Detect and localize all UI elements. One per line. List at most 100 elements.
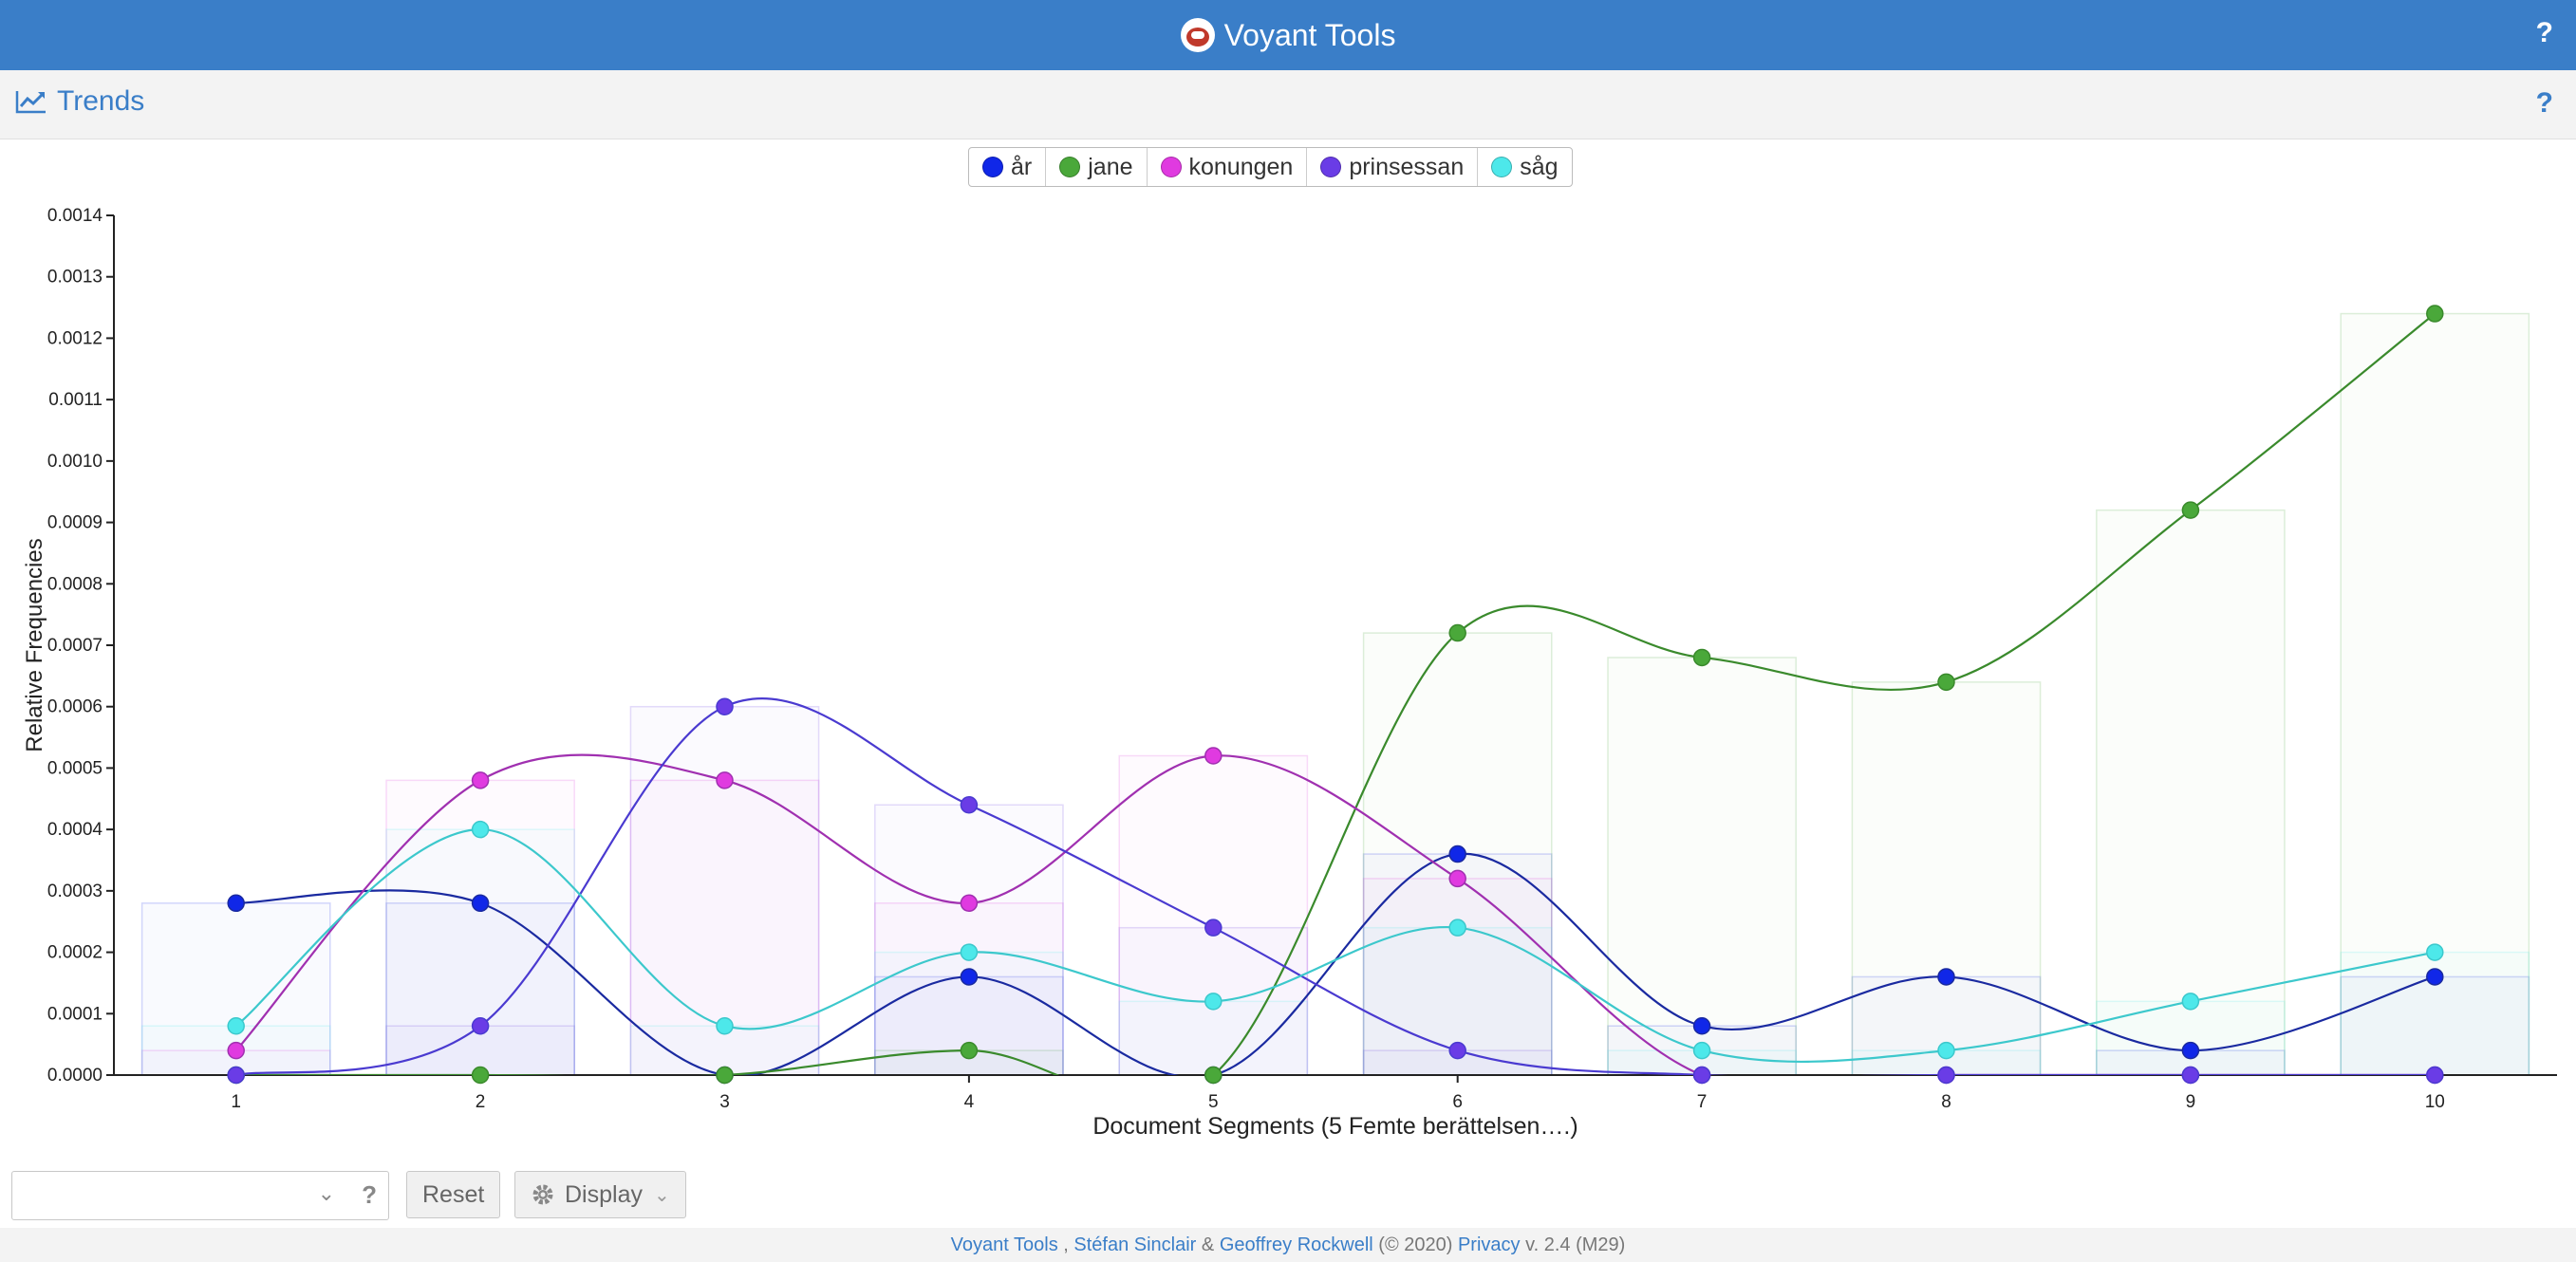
series-bar xyxy=(2096,509,2286,1076)
data-point xyxy=(960,943,979,961)
data-point xyxy=(1204,1066,1223,1085)
legend-label: såg xyxy=(1520,153,1559,180)
data-point xyxy=(471,894,490,913)
y-tick-label: 0.0014 xyxy=(47,206,103,226)
data-point xyxy=(2426,943,2444,961)
data-point xyxy=(1448,1041,1466,1060)
data-point xyxy=(2181,1041,2200,1060)
data-point xyxy=(471,771,490,789)
footer-ampersand: & xyxy=(1196,1234,1220,1255)
x-tick-label: 9 xyxy=(2186,1092,2196,1112)
y-tick-label: 0.0002 xyxy=(47,943,103,963)
footer-version: v. 2.4 (M29) xyxy=(1520,1234,1626,1255)
series-bar xyxy=(1607,657,1797,1076)
trend-chart-icon xyxy=(15,91,46,114)
data-point xyxy=(960,796,979,814)
data-point xyxy=(2426,305,2444,323)
data-point xyxy=(1937,1066,1955,1085)
footer-privacy-link[interactable]: Privacy xyxy=(1458,1234,1521,1255)
x-tick-label: 5 xyxy=(1208,1092,1219,1112)
display-button-label: Display xyxy=(565,1180,643,1208)
chart-legend: år jane konungen prinsessan såg xyxy=(968,147,1573,187)
data-point xyxy=(471,820,490,839)
y-tick-label: 0.0003 xyxy=(47,882,103,901)
legend-item[interactable]: prinsessan xyxy=(1307,148,1479,186)
data-point xyxy=(1204,919,1223,937)
legend-item[interactable]: år xyxy=(969,148,1047,186)
data-point xyxy=(471,1016,490,1035)
legend-swatch xyxy=(1059,157,1081,177)
data-point xyxy=(1204,993,1223,1011)
legend-label: år xyxy=(1011,153,1033,180)
data-point xyxy=(227,894,245,913)
series-bar xyxy=(1118,1000,1309,1076)
y-tick-label: 0.0008 xyxy=(47,574,103,594)
legend-swatch xyxy=(1320,157,1342,177)
x-tick-label: 8 xyxy=(1941,1092,1951,1112)
app-header: Voyant Tools ? xyxy=(0,0,2576,70)
data-point xyxy=(1448,919,1466,937)
app-help-icon[interactable]: ? xyxy=(2536,17,2553,49)
y-tick-label: 0.0013 xyxy=(47,268,103,288)
legend-label: prinsessan xyxy=(1349,153,1465,180)
data-point xyxy=(1448,623,1466,642)
chevron-down-icon[interactable]: ⌄ xyxy=(318,1181,335,1206)
footer-voyant-link[interactable]: Voyant Tools xyxy=(951,1234,1058,1255)
display-button[interactable]: Display ⌄ xyxy=(514,1171,686,1218)
footer-separator: , xyxy=(1057,1234,1074,1255)
data-point xyxy=(2426,1066,2444,1085)
footer-author-rockwell-link[interactable]: Geoffrey Rockwell xyxy=(1220,1234,1373,1255)
y-tick-label: 0.0010 xyxy=(47,452,103,472)
term-search-combobox[interactable]: ⌄ ? xyxy=(11,1171,389,1220)
data-point xyxy=(1692,1041,1711,1060)
data-point xyxy=(471,1066,490,1085)
legend-swatch xyxy=(1491,157,1513,177)
data-point xyxy=(960,968,979,986)
data-point xyxy=(227,1041,245,1060)
x-tick-label: 1 xyxy=(231,1092,241,1112)
data-point xyxy=(227,1016,245,1035)
data-point xyxy=(960,1041,979,1060)
y-tick-label: 0.0011 xyxy=(48,390,103,410)
x-tick-label: 4 xyxy=(964,1092,975,1112)
y-tick-label: 0.0000 xyxy=(47,1066,103,1086)
y-tick-label: 0.0012 xyxy=(47,328,103,348)
bottom-toolbar: ⌄ ? Reset Display ⌄ xyxy=(0,1163,2576,1226)
data-point xyxy=(227,1066,245,1085)
legend-label: jane xyxy=(1088,153,1133,180)
data-point xyxy=(1937,673,1955,692)
data-point xyxy=(716,1016,734,1035)
panel-title: Trends xyxy=(57,85,145,117)
data-point xyxy=(2426,968,2444,986)
data-point xyxy=(1937,968,1955,986)
panel-header: Trends ? xyxy=(0,70,2576,139)
chevron-down-icon: ⌄ xyxy=(653,1184,670,1206)
footer: Voyant Tools , Stéfan Sinclair & Geoffre… xyxy=(0,1228,2576,1262)
data-point xyxy=(1937,1041,1955,1060)
data-point xyxy=(2181,993,2200,1011)
legend-item[interactable]: konungen xyxy=(1148,148,1308,186)
y-tick-label: 0.0004 xyxy=(47,820,103,840)
legend-label: konungen xyxy=(1188,153,1294,180)
data-point xyxy=(1204,747,1223,765)
data-point xyxy=(1448,844,1466,863)
data-point xyxy=(716,771,734,789)
trends-chart: 0.0000 0.0001 0.0002 0.0003 0.0004 0.0005 0.00… xyxy=(22,206,2557,1140)
footer-copyright: (© 2020) xyxy=(1372,1234,1458,1255)
legend-item[interactable]: såg xyxy=(1478,148,1571,186)
reset-button[interactable]: Reset xyxy=(406,1171,501,1218)
legend-item[interactable]: jane xyxy=(1046,148,1148,186)
legend-swatch xyxy=(1160,157,1182,177)
panel-help-icon[interactable]: ? xyxy=(2536,87,2553,120)
series-bar xyxy=(385,828,575,1076)
data-point xyxy=(716,697,734,715)
voyant-logo-icon xyxy=(1180,18,1215,52)
data-point xyxy=(1692,1066,1711,1085)
data-point xyxy=(2181,1066,2200,1085)
x-tick-label: 3 xyxy=(719,1092,730,1112)
footer-author-sinclair-link[interactable]: Stéfan Sinclair xyxy=(1073,1234,1196,1255)
x-tick-label: 6 xyxy=(1452,1092,1463,1112)
y-tick-label: 0.0005 xyxy=(47,758,103,778)
search-help-icon[interactable]: ? xyxy=(362,1180,377,1210)
data-point xyxy=(716,1066,734,1085)
